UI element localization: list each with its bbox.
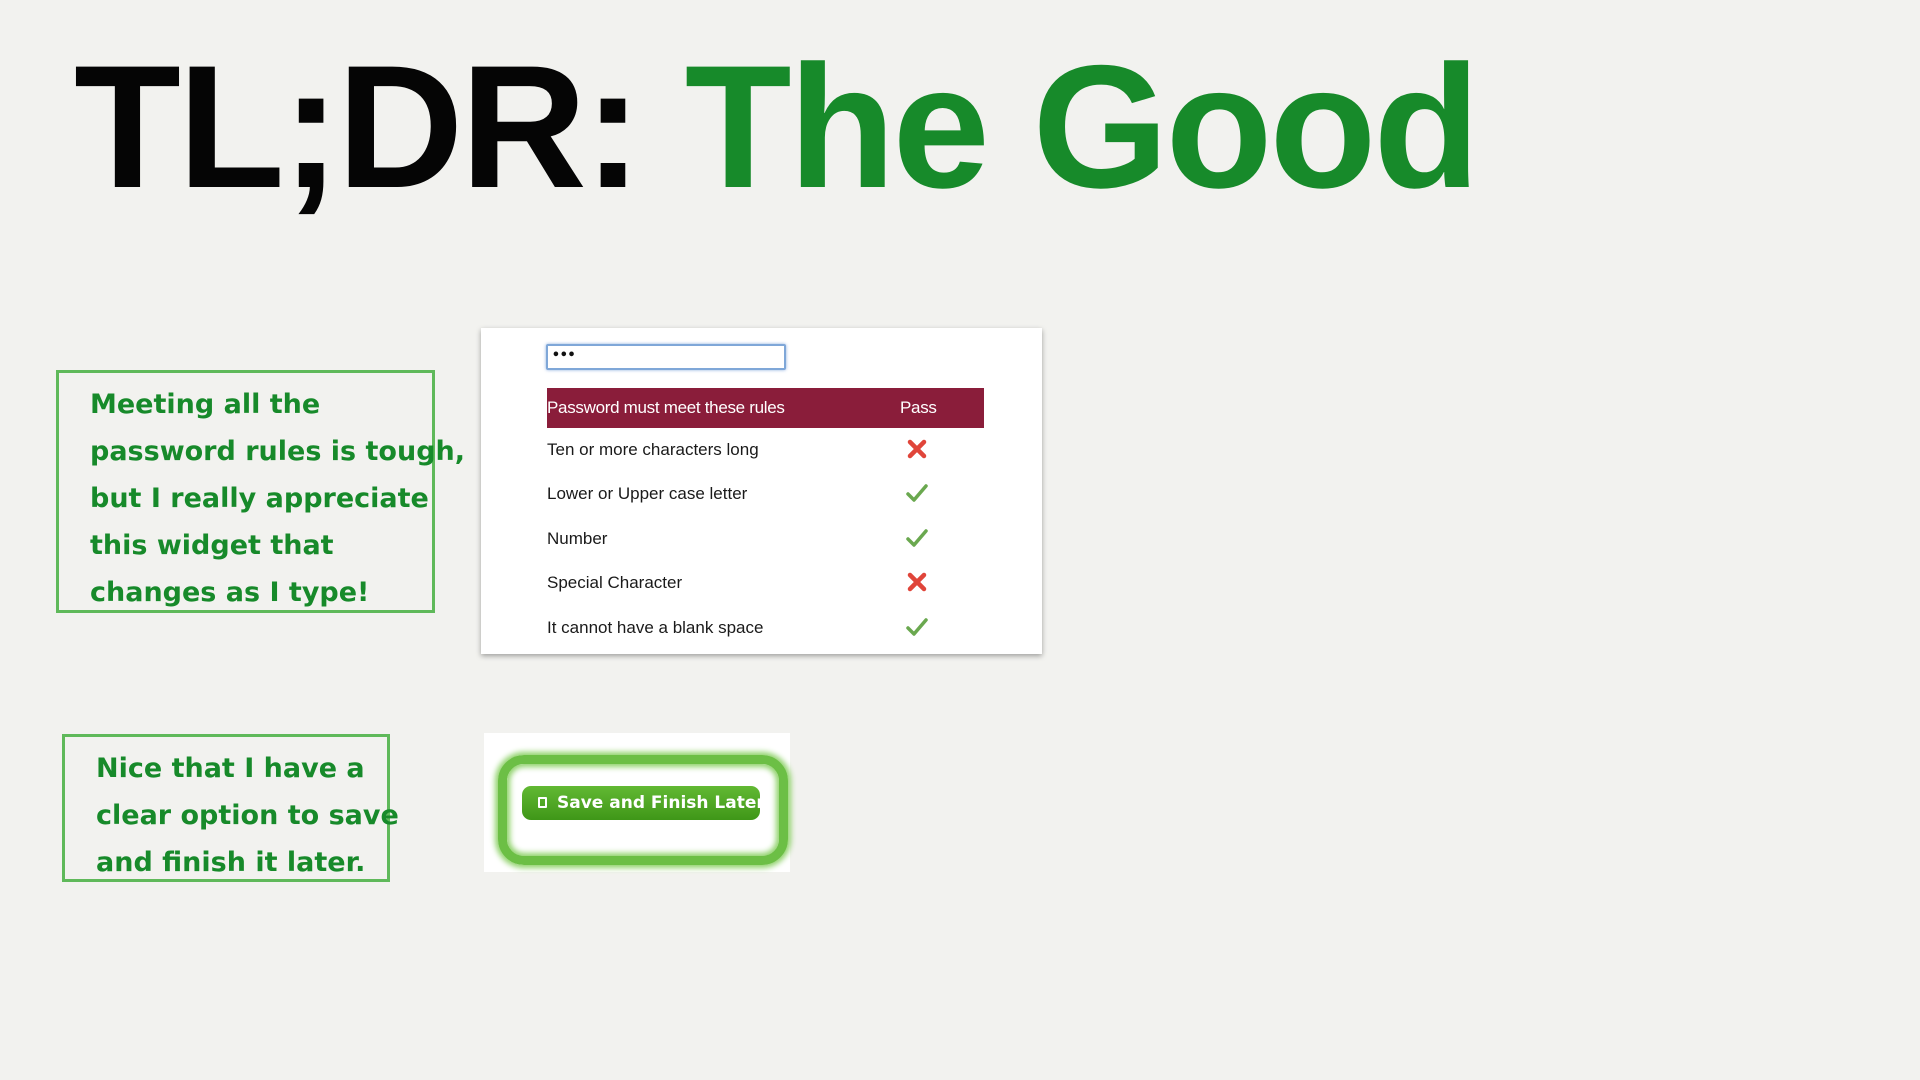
- comment-line: Meeting all the: [90, 389, 321, 420]
- comment-line: password rules is tough,: [90, 436, 466, 467]
- save-button-screenshot: Save and Finish Later: [484, 733, 790, 872]
- x-icon: [907, 439, 927, 459]
- comment-line: Nice that I have a: [96, 753, 365, 784]
- comment-line: changes as I type!: [90, 577, 370, 608]
- rule-label: Lower or Upper case letter: [547, 484, 748, 503]
- comment-box-password-widget: Meeting all the password rules is tough,…: [56, 370, 466, 613]
- comment-line: but I really appreciate: [90, 483, 429, 514]
- save-and-finish-later-button[interactable]: Save and Finish Later: [522, 786, 765, 820]
- rule-row: Lower or Upper case letter: [547, 479, 984, 509]
- pass-column-header: Pass: [900, 398, 937, 417]
- comment-line: and finish it later.: [96, 847, 366, 878]
- rule-label: Ten or more characters long: [547, 440, 759, 459]
- comment-line: clear option to save: [96, 800, 399, 831]
- rule-row: Special Character: [547, 568, 984, 598]
- rule-label: Number: [547, 529, 608, 548]
- title-highlight: The Good: [684, 30, 1481, 225]
- document-icon: [538, 797, 547, 808]
- save-button-label: Save and Finish Later: [557, 793, 765, 813]
- comment-line: this widget that: [90, 530, 334, 561]
- check-icon: [906, 484, 928, 502]
- check-icon: [906, 529, 928, 547]
- rule-row: It cannot have a blank space: [547, 613, 984, 643]
- check-icon: [906, 618, 928, 636]
- rule-label: Special Character: [547, 573, 683, 592]
- comment-box-save-later: Nice that I have a clear option to save …: [62, 734, 399, 882]
- x-icon: [907, 572, 927, 592]
- rules-table-header: Password must meet these rules Pass: [547, 388, 984, 428]
- title-prefix: TL;DR:: [74, 30, 642, 225]
- password-input[interactable]: •••: [546, 344, 786, 370]
- slide-title: TL;DR: The Good: [74, 40, 1480, 215]
- password-rules-widget: ••• Password must meet these rules Pass …: [481, 328, 1042, 654]
- rule-row: Number: [547, 524, 984, 554]
- rules-column-header: Password must meet these rules: [547, 398, 785, 417]
- rule-label: It cannot have a blank space: [547, 618, 764, 637]
- rule-row: Ten or more characters long: [547, 435, 984, 465]
